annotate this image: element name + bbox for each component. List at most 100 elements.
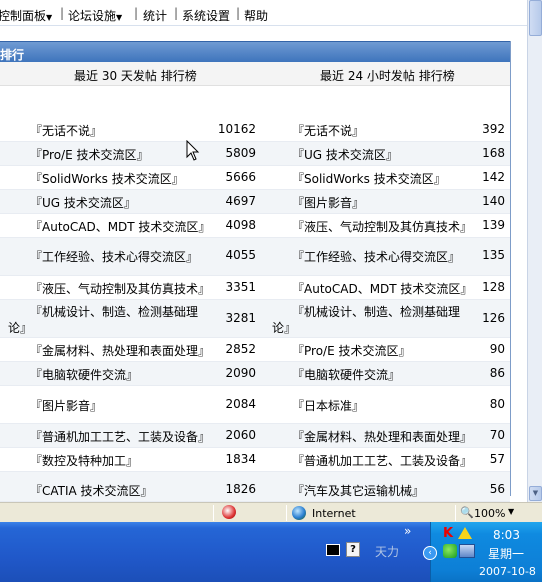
menu-separator: | bbox=[134, 6, 139, 20]
board-link[interactable]: 『机械设计、制造、检测基础理 bbox=[30, 303, 198, 320]
scrollbar-thumb[interactable] bbox=[529, 0, 542, 36]
post-count: 1826 bbox=[225, 482, 256, 496]
clock-time[interactable]: 8:03 bbox=[493, 528, 520, 542]
board-link[interactable]: 『汽车及其它运输机械』 bbox=[292, 482, 424, 499]
post-count: 2852 bbox=[225, 342, 256, 356]
table-row: 『金属材料、热处理和表面处理』 2852 『Pro/E 技术交流区』 90 bbox=[0, 338, 510, 362]
vertical-scrollbar[interactable]: ▼ bbox=[527, 0, 542, 502]
show-hidden-icons-button[interactable]: ‹ bbox=[423, 546, 437, 560]
menu-system-settings[interactable]: 系统设置 bbox=[182, 7, 230, 24]
menu-control-panel-label: 控制面板 bbox=[0, 9, 47, 23]
left-ranking-header: 最近 30 天发帖 排行榜 bbox=[74, 69, 197, 83]
board-link[interactable]: 『图片影音』 bbox=[292, 194, 364, 211]
board-link[interactable]: 『无话不说』 bbox=[292, 122, 364, 139]
table-row: 『液压、气动控制及其仿真技术』 3351 『AutoCAD、MDT 技术交流区』… bbox=[0, 276, 510, 300]
table-right-border bbox=[510, 41, 511, 496]
menu-forum-facilities-label: 论坛设施 bbox=[68, 9, 117, 23]
status-separator bbox=[286, 505, 287, 521]
privacy-report-icon[interactable] bbox=[222, 505, 236, 519]
warning-icon[interactable] bbox=[458, 527, 472, 539]
rankings-title-bar: 排行 bbox=[0, 41, 510, 62]
board-link[interactable]: 『图片影音』 bbox=[30, 397, 102, 414]
menu-control-panel[interactable]: 控制面板▼ bbox=[0, 7, 52, 24]
menu-separator: | bbox=[174, 6, 179, 20]
post-count: 5809 bbox=[225, 146, 256, 160]
post-count: 4697 bbox=[225, 194, 256, 208]
board-link[interactable]: 『CATIA 技术交流区』 bbox=[30, 482, 153, 499]
antivirus-k-icon[interactable]: K bbox=[443, 526, 453, 541]
menu-forum-facilities[interactable]: 论坛设施▼ bbox=[68, 7, 122, 24]
post-count: 3351 bbox=[225, 280, 256, 294]
status-separator bbox=[213, 505, 214, 521]
table-row: 『Pro/E 技术交流区』 5809 『UG 技术交流区』 168 bbox=[0, 142, 510, 166]
board-link[interactable]: 『液压、气动控制及其仿真技术』 bbox=[30, 280, 210, 297]
post-count: 2084 bbox=[225, 397, 256, 411]
board-link[interactable]: 『机械设计、制造、检测基础理 bbox=[292, 303, 460, 320]
post-count: 140 bbox=[482, 194, 505, 208]
board-link[interactable]: 『SolidWorks 技术交流区』 bbox=[292, 170, 446, 187]
post-count: 139 bbox=[482, 218, 505, 232]
table-row: 『UG 技术交流区』 4697 『图片影音』 140 bbox=[0, 190, 510, 214]
post-count: 90 bbox=[489, 342, 505, 356]
table-row: 『AutoCAD、MDT 技术交流区』 4098 『液压、气动控制及其仿真技术』… bbox=[0, 214, 510, 238]
post-count: 4055 bbox=[225, 248, 256, 262]
post-count: 126 bbox=[482, 311, 505, 325]
network-connection-icon[interactable] bbox=[459, 544, 475, 558]
board-link[interactable]: 『日本标准』 bbox=[292, 397, 364, 414]
post-count: 70 bbox=[489, 428, 505, 442]
menu-separator: | bbox=[60, 6, 65, 20]
clock-date[interactable]: 2007-10-8 bbox=[479, 565, 536, 578]
board-link[interactable]: 『工作经验、技术心得交流区』 bbox=[292, 248, 460, 265]
board-link[interactable]: 『电脑软硬件交流』 bbox=[30, 366, 138, 383]
table-row: 『CATIA 技术交流区』 1826 『汽车及其它运输机械』 56 bbox=[0, 472, 510, 502]
menu-statistics[interactable]: 统计 bbox=[143, 7, 167, 24]
board-link[interactable]: 『无话不说』 bbox=[30, 122, 102, 139]
tray-app-icon[interactable] bbox=[443, 544, 457, 558]
board-link-continued[interactable]: 论』 bbox=[272, 319, 296, 336]
board-link[interactable]: 『Pro/E 技术交流区』 bbox=[30, 146, 148, 163]
toolbar-overflow-chevron-icon[interactable]: » bbox=[404, 524, 411, 538]
ime-help-icon[interactable]: ? bbox=[346, 542, 360, 557]
post-count: 5666 bbox=[225, 170, 256, 184]
scroll-down-arrow-icon[interactable]: ▼ bbox=[529, 486, 542, 501]
board-link[interactable]: 『普通机加工工艺、工装及设备』 bbox=[30, 428, 210, 445]
board-link[interactable]: 『金属材料、热处理和表面处理』 bbox=[30, 342, 210, 359]
post-count: 135 bbox=[482, 248, 505, 262]
board-link-continued[interactable]: 论』 bbox=[8, 319, 32, 336]
post-count: 2060 bbox=[225, 428, 256, 442]
board-link[interactable]: 『金属材料、热处理和表面处理』 bbox=[292, 428, 472, 445]
ime-keyboard-icon[interactable] bbox=[326, 544, 340, 556]
rankings-title: 排行 bbox=[0, 48, 25, 62]
clock-weekday[interactable]: 星期一 bbox=[488, 545, 524, 562]
board-link[interactable]: 『工作经验、技术心得交流区』 bbox=[30, 248, 198, 265]
board-link[interactable]: 『电脑软硬件交流』 bbox=[292, 366, 400, 383]
system-tray: K 8:03 星期一 2007-10-8 bbox=[430, 522, 542, 582]
zoom-level[interactable]: 100% bbox=[474, 507, 505, 520]
menu-separator: | bbox=[236, 6, 241, 20]
board-link[interactable]: 『UG 技术交流区』 bbox=[30, 194, 136, 211]
table-row: 『数控及特种加工』 1834 『普通机加工工艺、工装及设备』 57 bbox=[0, 448, 510, 472]
board-link[interactable]: 『UG 技术交流区』 bbox=[292, 146, 398, 163]
board-link[interactable]: 『AutoCAD、MDT 技术交流区』 bbox=[30, 218, 210, 235]
post-count: 2090 bbox=[225, 366, 256, 380]
ime-mode-label[interactable]: 天力 bbox=[375, 543, 399, 560]
zoom-magnifier-icon[interactable]: 🔍 bbox=[460, 506, 474, 519]
post-count: 168 bbox=[482, 146, 505, 160]
post-count: 3281 bbox=[225, 311, 256, 325]
post-count: 10162 bbox=[217, 122, 256, 136]
board-link[interactable]: 『Pro/E 技术交流区』 bbox=[292, 342, 410, 359]
board-link[interactable]: 『普通机加工工艺、工装及设备』 bbox=[292, 452, 472, 469]
chevron-down-icon: ▼ bbox=[116, 13, 123, 22]
table-row: 『电脑软硬件交流』 2090 『电脑软硬件交流』 86 bbox=[0, 362, 510, 386]
chevron-down-icon: ▼ bbox=[46, 13, 53, 22]
board-link[interactable]: 『数控及特种加工』 bbox=[30, 452, 138, 469]
forum-admin-menubar: 控制面板▼ | 论坛设施▼ | 统计 | 系统设置 | 帮助 bbox=[0, 0, 527, 26]
post-count: 4098 bbox=[225, 218, 256, 232]
post-count: 392 bbox=[482, 122, 505, 136]
windows-taskbar: » ? 天力 K 8:03 星期一 2007-10-8 ‹ bbox=[0, 522, 542, 582]
board-link[interactable]: 『AutoCAD、MDT 技术交流区』 bbox=[292, 280, 472, 297]
board-link[interactable]: 『液压、气动控制及其仿真技术』 bbox=[292, 218, 472, 235]
board-link[interactable]: 『SolidWorks 技术交流区』 bbox=[30, 170, 184, 187]
menu-help[interactable]: 帮助 bbox=[244, 7, 268, 24]
zoom-dropdown-icon[interactable]: ▼ bbox=[508, 507, 514, 516]
